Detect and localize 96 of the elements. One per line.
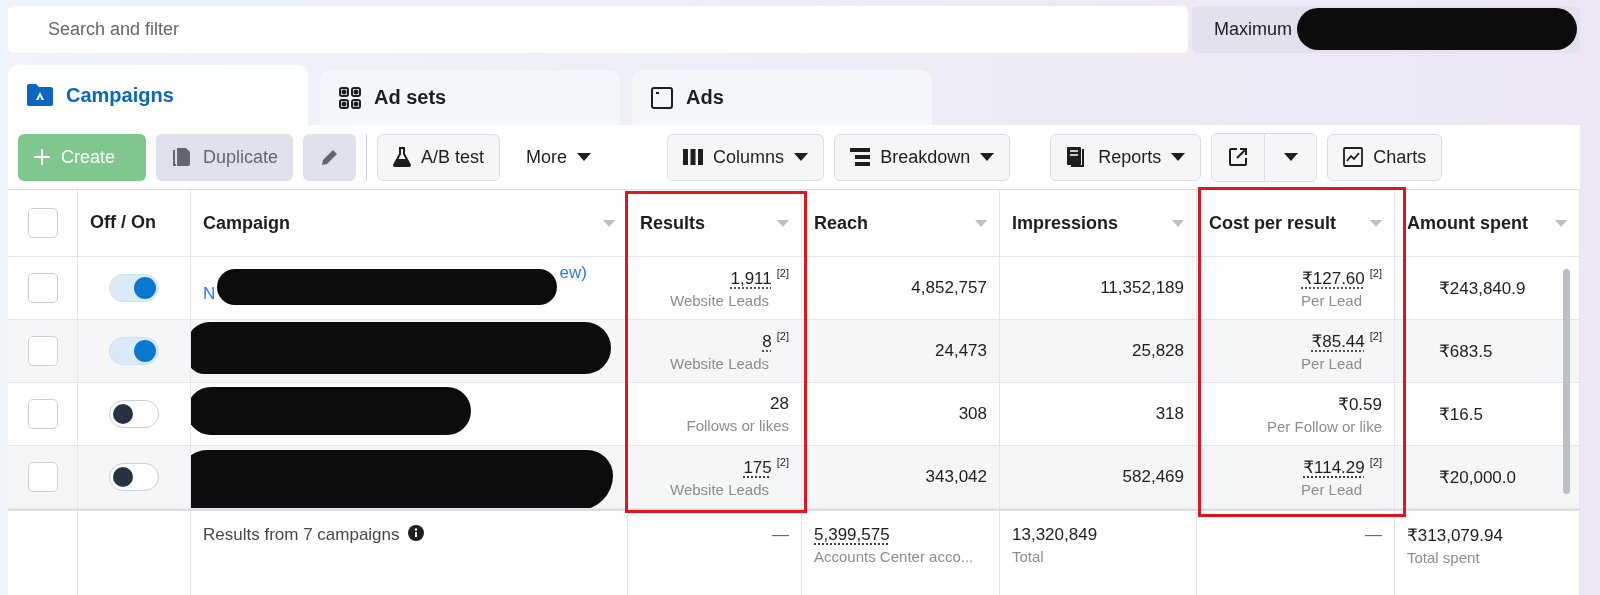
footnote-mark: [2] bbox=[776, 456, 789, 469]
column-header[interactable]: Campaign bbox=[203, 212, 290, 234]
table-cell: 24,473 bbox=[935, 341, 987, 361]
charts-button[interactable]: Charts bbox=[1327, 133, 1443, 181]
pencil-icon bbox=[319, 147, 340, 167]
metric-label: Per Lead bbox=[1301, 354, 1362, 372]
table-cell: 343,042 bbox=[925, 467, 987, 487]
caret-icon bbox=[794, 153, 809, 161]
metric-label: Website Leads bbox=[670, 480, 769, 498]
caret-icon bbox=[1171, 153, 1186, 161]
toggle-switch[interactable] bbox=[109, 274, 159, 302]
metric-label: Follows or likes bbox=[686, 417, 789, 434]
table-cell: ₹16.5 bbox=[1439, 403, 1483, 425]
reports-button[interactable]: Reports bbox=[1050, 133, 1202, 181]
table-cell: ₹683.5 bbox=[1439, 340, 1493, 362]
metric-label: Per Follow or like bbox=[1266, 417, 1382, 435]
metric-label: Website Leads bbox=[670, 291, 769, 309]
sort-icon[interactable] bbox=[1370, 219, 1382, 227]
filter-field[interactable]: Maximum bbox=[1192, 6, 1580, 53]
row-checkbox[interactable] bbox=[27, 462, 58, 492]
footnote-mark: [2] bbox=[1369, 267, 1382, 280]
column-header[interactable]: Off / On bbox=[90, 213, 156, 233]
footnote-mark: [2] bbox=[1369, 330, 1382, 343]
column-header[interactable]: Reach bbox=[814, 212, 869, 234]
window-icon bbox=[650, 85, 674, 110]
table-cell: 582,469 bbox=[1122, 467, 1184, 487]
table-cell: — bbox=[1365, 525, 1382, 545]
copy-icon bbox=[171, 147, 193, 167]
sort-icon[interactable] bbox=[777, 219, 789, 227]
caret-icon bbox=[1283, 153, 1298, 161]
breakdown-icon bbox=[850, 148, 871, 166]
column-header[interactable]: Amount spent bbox=[1407, 212, 1528, 234]
table-cell: ₹243,840.9 bbox=[1439, 277, 1526, 299]
search-field[interactable]: Search and filter bbox=[8, 6, 1188, 53]
chart-icon bbox=[1343, 147, 1364, 167]
metric-value: 175 bbox=[743, 457, 772, 477]
campaign-link[interactable]: N bbox=[203, 284, 216, 304]
caret-icon bbox=[577, 153, 592, 161]
breakdown-button[interactable]: Breakdown bbox=[834, 133, 1011, 181]
filter-label: Maximum bbox=[1214, 19, 1292, 40]
sort-icon[interactable] bbox=[1172, 219, 1184, 227]
table-cell: 318 bbox=[1155, 404, 1184, 424]
metric-label: Total spent bbox=[1407, 549, 1480, 566]
tab[interactable]: Ads bbox=[632, 70, 932, 125]
ab-test-button[interactable]: A/B test bbox=[377, 133, 501, 181]
metric-value: 1,911 bbox=[730, 268, 772, 288]
columns-icon bbox=[683, 149, 704, 165]
table-cell: — bbox=[772, 525, 789, 545]
campaign-link[interactable]: ew) bbox=[559, 263, 587, 283]
metric-value: ₹313,079.94 bbox=[1407, 525, 1503, 546]
folder-icon bbox=[26, 83, 54, 107]
toggle-switch[interactable] bbox=[109, 400, 159, 428]
table-cell: 4,852,757 bbox=[911, 278, 987, 298]
select-all-checkbox[interactable] bbox=[27, 208, 58, 238]
row-checkbox[interactable] bbox=[27, 273, 58, 303]
export-icon bbox=[1228, 147, 1249, 167]
metric-value: ₹85.44 bbox=[1311, 331, 1365, 351]
metric-label: Total bbox=[1012, 548, 1044, 565]
caret-icon bbox=[980, 153, 995, 161]
flask-icon bbox=[393, 147, 412, 167]
metric-value: 5,399,575 bbox=[814, 525, 890, 545]
metric-label: Accounts Center acco... bbox=[814, 548, 974, 565]
metric-value: 28 bbox=[770, 394, 789, 413]
metric-value: 13,320,849 bbox=[1012, 525, 1098, 545]
row-checkbox[interactable] bbox=[27, 399, 58, 429]
footnote-mark: [2] bbox=[1369, 456, 1382, 469]
metric-label: Website Leads bbox=[670, 354, 769, 372]
footnote-mark: [2] bbox=[776, 330, 789, 343]
tab[interactable]: Ad sets bbox=[320, 70, 620, 125]
metric-label: Per Lead bbox=[1301, 480, 1362, 498]
sort-icon[interactable] bbox=[1555, 219, 1567, 227]
results-summary: Results from 7 campaigns bbox=[203, 525, 400, 545]
table-cell: 308 bbox=[958, 404, 987, 424]
column-header[interactable]: Cost per result bbox=[1209, 212, 1337, 234]
columns-button[interactable]: Columns bbox=[667, 133, 825, 181]
metric-value: ₹127.60 bbox=[1301, 268, 1365, 288]
metric-label: Per Lead bbox=[1301, 291, 1362, 309]
table-cell: 25,828 bbox=[1132, 341, 1184, 361]
column-header[interactable]: Results bbox=[640, 212, 706, 234]
scrollbar[interactable] bbox=[1563, 269, 1570, 494]
table-cell: ₹20,000.0 bbox=[1439, 466, 1516, 488]
plus-icon bbox=[33, 148, 51, 166]
metric-value: 8 bbox=[762, 331, 772, 351]
sort-icon[interactable] bbox=[603, 219, 615, 227]
metric-value: ₹114.29 bbox=[1303, 457, 1365, 477]
row-checkbox[interactable] bbox=[27, 336, 58, 366]
column-header[interactable]: Impressions bbox=[1012, 212, 1119, 234]
sort-icon[interactable] bbox=[975, 219, 987, 227]
toggle-switch[interactable] bbox=[109, 337, 159, 365]
info-icon[interactable] bbox=[407, 525, 424, 541]
table-cell: 11,352,189 bbox=[1100, 278, 1184, 298]
metric-value: ₹0.59 bbox=[1338, 394, 1382, 414]
grid-icon bbox=[338, 85, 362, 110]
toggle-switch[interactable] bbox=[109, 463, 159, 491]
footnote-mark: [2] bbox=[776, 267, 789, 280]
tab[interactable]: Campaigns bbox=[8, 65, 308, 125]
